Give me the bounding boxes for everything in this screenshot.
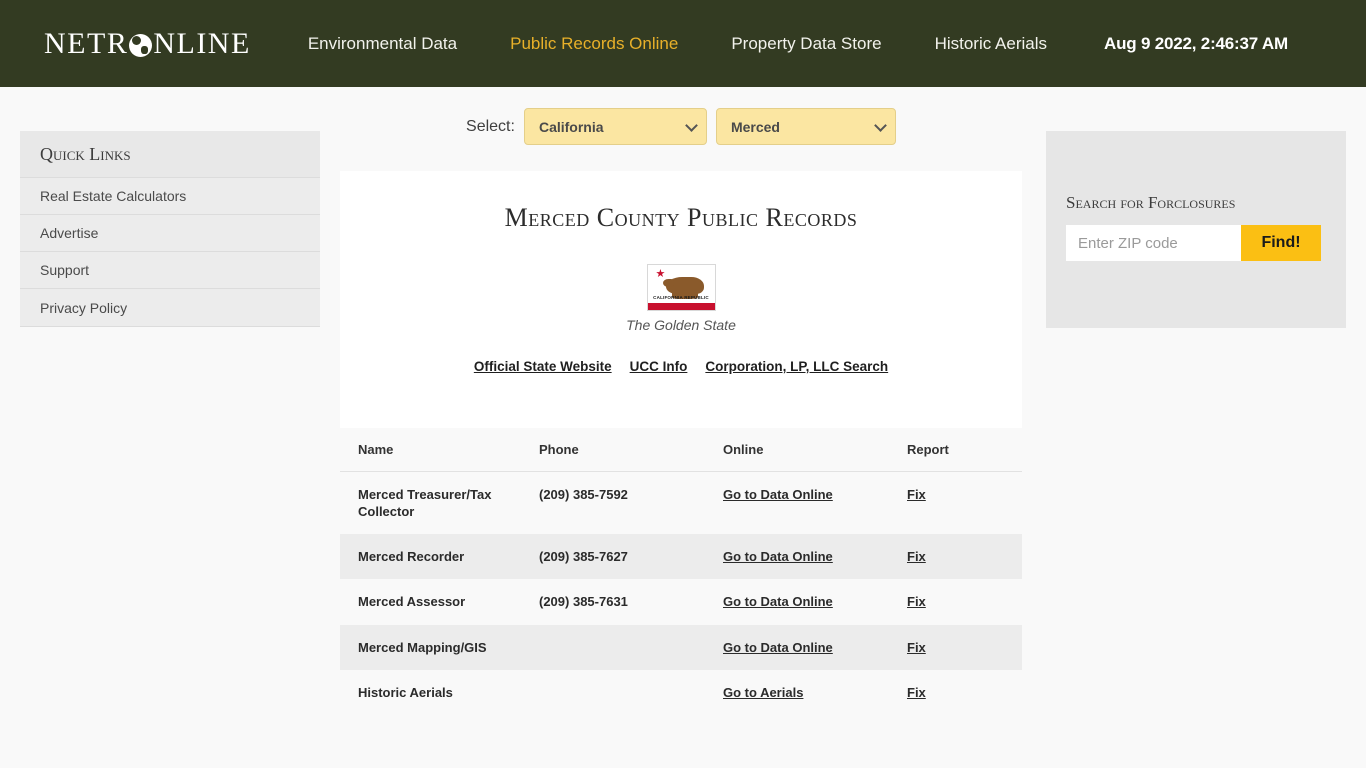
cell-report: Fix <box>889 534 1022 579</box>
county-select-wrapper: Merced <box>715 108 896 145</box>
go-to-data-online-link[interactable]: Go to Data Online <box>723 487 833 502</box>
cell-name: Merced Assessor <box>358 594 466 610</box>
sidebar-item-advertise[interactable]: Advertise <box>20 215 320 252</box>
sidebar-item-label: Real Estate Calculators <box>40 188 187 204</box>
header-clock: Aug 9 2022, 2:46:37 AM <box>1104 33 1288 53</box>
nav-item-public-records-online[interactable]: Public Records Online <box>510 34 678 54</box>
cell-online: Go to Data Online <box>705 534 889 579</box>
cell-phone <box>521 670 705 715</box>
table-row: Merced Recorder (209) 385-7627 Go to Dat… <box>340 534 1022 580</box>
state-select-wrapper: California <box>523 108 707 145</box>
fix-link[interactable]: Fix <box>907 640 926 655</box>
cell-phone <box>521 625 705 670</box>
foreclosure-search-row: Find! <box>1066 225 1346 261</box>
county-info-card: Merced County Public Records ★ CALIFORNI… <box>340 171 1022 428</box>
state-nickname: The Golden State <box>626 317 736 333</box>
sidebar-item-support[interactable]: Support <box>20 252 320 289</box>
public-records-table: Name Phone Online Report Merced Treasure… <box>340 436 1022 715</box>
link-ucc-info[interactable]: UCC Info <box>630 359 688 374</box>
cell-phone: (209) 385-7592 <box>539 487 628 502</box>
main-navigation: Environmental Data Public Records Online… <box>308 34 1047 54</box>
state-select[interactable]: California <box>523 108 707 145</box>
fix-link[interactable]: Fix <box>907 549 926 564</box>
location-select-bar: Select: California Merced <box>340 108 1022 145</box>
sidebar-item-privacy-policy[interactable]: Privacy Policy <box>20 289 320 326</box>
cell-online: Go to Data Online <box>705 625 889 670</box>
cell-online: Go to Data Online <box>705 472 889 535</box>
select-label: Select: <box>466 117 515 135</box>
cell-report: Fix <box>889 579 1022 624</box>
cell-report: Fix <box>889 670 1022 715</box>
link-corporation-lp-llc-search[interactable]: Corporation, LP, LLC Search <box>705 359 888 374</box>
table-row: Merced Assessor (209) 385-7631 Go to Dat… <box>340 579 1022 624</box>
find-button[interactable]: Find! <box>1241 225 1321 261</box>
cell-phone: (209) 385-7627 <box>539 549 628 565</box>
quick-links-title: Quick Links <box>20 131 320 178</box>
nav-item-environmental-data[interactable]: Environmental Data <box>308 34 457 54</box>
county-select[interactable]: Merced <box>715 108 896 145</box>
fix-link[interactable]: Fix <box>907 487 926 502</box>
sidebar-item-label: Support <box>40 262 90 278</box>
nav-item-property-data-store[interactable]: Property Data Store <box>731 34 881 54</box>
column-header-online: Online <box>705 436 889 472</box>
table-row: Merced Treasurer/Tax Collector (209) 385… <box>340 472 1022 535</box>
sidebar-item-label: Advertise <box>40 225 99 241</box>
logo-text-before: NETR <box>44 26 129 60</box>
column-header-phone: Phone <box>521 436 705 472</box>
sidebar-item-label: Privacy Policy <box>40 299 128 316</box>
link-official-state-website[interactable]: Official State Website <box>474 359 612 374</box>
state-flag-wrapper: ★ CALIFORNIA REPUBLIC The Golden State <box>340 264 1022 333</box>
table-row: Merced Mapping/GIS Go to Data Online Fix <box>340 624 1022 670</box>
go-to-data-online-link[interactable]: Go to Data Online <box>723 594 833 609</box>
cell-name: Historic Aerials <box>358 684 453 700</box>
netronline-logo[interactable]: NETR NLINE <box>44 26 251 60</box>
california-flag-icon: ★ CALIFORNIA REPUBLIC <box>646 264 716 311</box>
foreclosure-search-panel: Search for Forclosures Find! <box>1046 131 1346 328</box>
sidebar-item-real-estate-calculators[interactable]: Real Estate Calculators <box>20 178 320 215</box>
flag-republic-text: CALIFORNIA REPUBLIC <box>653 295 709 300</box>
table-body: Merced Treasurer/Tax Collector (209) 385… <box>340 472 1022 715</box>
zip-code-input[interactable] <box>1066 225 1241 261</box>
fix-link[interactable]: Fix <box>907 685 926 700</box>
logo-text-after: NLINE <box>153 26 251 60</box>
column-header-name: Name <box>340 436 521 472</box>
table-header-row: Name Phone Online Report <box>340 436 1022 472</box>
globe-icon <box>129 34 153 57</box>
cell-online: Go to Data Online <box>705 579 889 624</box>
cell-name: Merced Treasurer/Tax Collector <box>358 487 492 520</box>
table-head: Name Phone Online Report <box>340 436 1022 472</box>
cell-report: Fix <box>889 472 1022 535</box>
go-to-data-online-link[interactable]: Go to Data Online <box>723 549 833 564</box>
state-links: Official State Website UCC Info Corporat… <box>340 359 1022 374</box>
nav-item-historic-aerials[interactable]: Historic Aerials <box>935 34 1047 54</box>
table-row: Historic Aerials Go to Aerials Fix <box>340 670 1022 715</box>
go-to-data-online-link[interactable]: Go to Data Online <box>723 640 833 655</box>
cell-phone: (209) 385-7631 <box>539 594 628 610</box>
cell-report: Fix <box>889 625 1022 670</box>
flag-red-stripe <box>647 303 715 310</box>
fix-link[interactable]: Fix <box>907 594 926 609</box>
flag-bear-icon <box>662 277 704 299</box>
site-header: NETR NLINE Environmental Data Public Reco… <box>0 0 1366 87</box>
cell-name: Merced Recorder <box>358 549 465 565</box>
foreclosure-search-title: Search for Forclosures <box>1066 193 1236 212</box>
column-header-report: Report <box>889 436 1022 472</box>
page-title: Merced County Public Records <box>504 203 858 232</box>
flag-star-icon: ★ <box>655 268 666 280</box>
quick-links-panel: Quick Links Real Estate Calculators Adve… <box>20 131 320 327</box>
go-to-aerials-link[interactable]: Go to Aerials <box>723 685 803 700</box>
cell-online: Go to Aerials <box>705 670 889 715</box>
cell-name: Merced Mapping/GIS <box>358 639 487 655</box>
